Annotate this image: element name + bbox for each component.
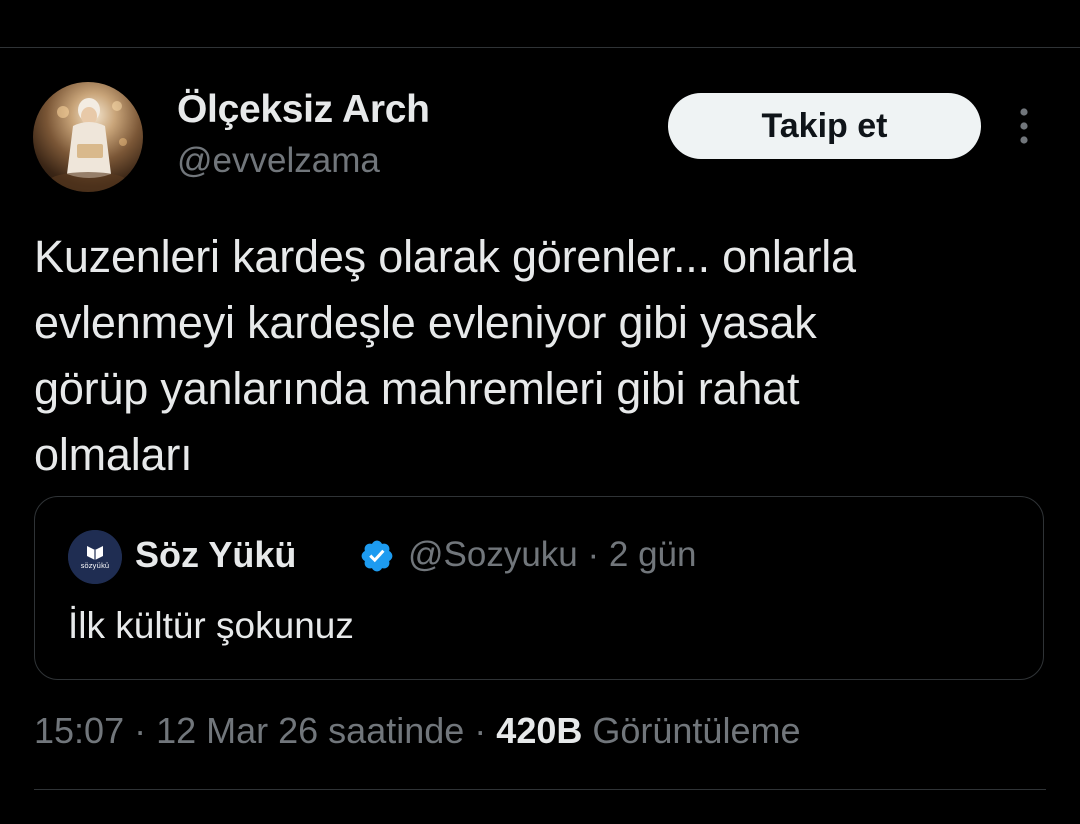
more-vertical-icon [1020,108,1028,144]
author-avatar[interactable] [33,82,143,192]
sozyuku-logo-icon [68,530,122,584]
tweet-time[interactable]: 15:07 [34,710,124,751]
views-label[interactable]: Görüntüleme [592,710,800,751]
quote-meta-separator: · [577,535,609,574]
quote-avatar-text: sözyükü [80,562,110,570]
tweet-date[interactable]: 12 Mar 26 saatinde [156,710,464,751]
tweet-meta: 15:07 · 12 Mar 26 saatinde · 420B Görünt… [34,710,800,752]
tweet-meta-separator-2: · [464,710,497,751]
views-count[interactable]: 420B [496,710,582,751]
author-name[interactable]: Ölçeksiz Arch [177,88,430,132]
verified-badge-icon [361,540,393,572]
quote-text: İlk kültür şokunuz [68,605,354,646]
author-handle[interactable]: @evvelzama [177,141,380,181]
avatar-photo [48,98,128,192]
more-button[interactable] [1006,104,1042,148]
quote-author-name[interactable]: Söz Yükü [135,534,296,576]
tweet-meta-separator-1: · [124,710,157,751]
follow-button[interactable]: Takip et [668,93,981,159]
quoted-tweet-card[interactable]: sözyükü Söz Yükü @Sozyuku · 2 gün İlk kü… [34,496,1044,680]
quote-handle[interactable]: @Sozyuku [408,535,578,574]
quote-meta: @Sozyuku · 2 gün [408,535,696,575]
quote-time[interactable]: 2 gün [609,535,697,574]
bottom-divider [34,789,1046,790]
top-divider [0,47,1080,48]
tweet-text: Kuzenleri kardeş olarak görenler... onla… [34,231,856,480]
quote-author-avatar[interactable]: sözyükü [68,530,122,584]
